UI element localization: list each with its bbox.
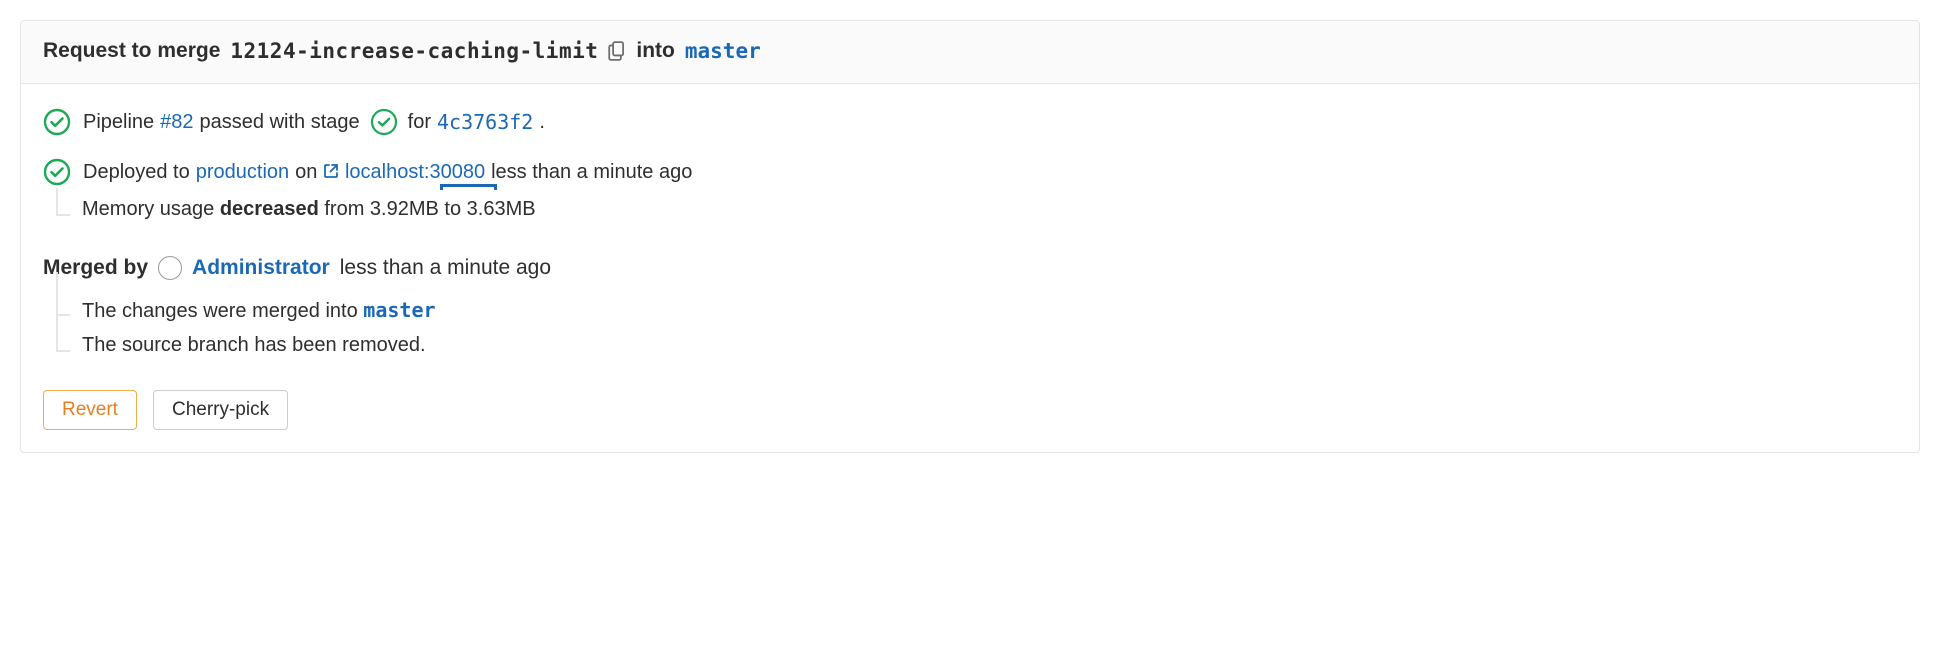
cherry-pick-button[interactable]: Cherry-pick — [153, 390, 288, 430]
memory-row: Memory usage decreased from 3.92MB to 3.… — [52, 198, 1897, 226]
pipeline-label: Pipeline — [83, 111, 154, 134]
memory-direction: decreased — [220, 198, 319, 220]
source-branch: 12124-increase-caching-limit — [230, 39, 598, 63]
source-removed-row: The source branch has been removed. — [52, 334, 1897, 362]
merge-request-widget: Request to merge 12124-increase-caching-… — [20, 20, 1920, 453]
target-branch[interactable]: master — [685, 39, 761, 63]
tree-connector-icon — [52, 198, 82, 226]
request-to-merge-label: Request to merge — [43, 39, 220, 63]
merged-by-user-link[interactable]: Administrator — [192, 256, 330, 280]
deploy-status-row: Deployed to production on localhost:3008… — [43, 158, 1897, 186]
tree-connector-icon — [52, 334, 82, 362]
pipeline-period: . — [539, 111, 545, 134]
merged-into-row: The changes were merged into master — [52, 298, 1897, 326]
pipeline-id-link[interactable]: #82 — [160, 111, 193, 134]
pipeline-text: Pipeline #82 passed with stage for 4c376… — [83, 108, 545, 136]
environment-link[interactable]: production — [196, 161, 289, 184]
deployed-to-label: Deployed to — [83, 161, 190, 184]
commit-link[interactable]: 4c3763f2 — [437, 110, 533, 134]
merge-request-body: Pipeline #82 passed with stage for 4c376… — [21, 84, 1919, 452]
status-success-icon — [43, 108, 71, 136]
merged-into-text: The changes were merged into master — [82, 298, 436, 326]
pipeline-passed-label: passed with stage — [200, 111, 360, 134]
deploy-on-label: on — [295, 161, 317, 184]
merged-by-row: Merged by Administrator less than a minu… — [43, 256, 1897, 280]
pipeline-for-label: for — [408, 111, 431, 134]
revert-button[interactable]: Revert — [43, 390, 137, 430]
deploy-text: Deployed to production on localhost:3008… — [83, 161, 692, 184]
status-success-icon — [43, 158, 71, 186]
merged-by-label: Merged by — [43, 256, 148, 280]
avatar[interactable] — [158, 256, 182, 280]
pipeline-status-row: Pipeline #82 passed with stage for 4c376… — [43, 108, 1897, 136]
deploy-host-link[interactable]: localhost:30080 — [345, 161, 485, 183]
copy-branch-icon[interactable] — [608, 41, 626, 61]
merge-request-header: Request to merge 12124-increase-caching-… — [21, 21, 1919, 84]
source-removed-text: The source branch has been removed. — [82, 334, 426, 362]
memory-text: Memory usage decreased from 3.92MB to 3.… — [82, 198, 536, 226]
action-buttons: Revert Cherry-pick — [43, 390, 1897, 430]
external-link-icon — [323, 162, 339, 178]
stage-success-icon[interactable] — [370, 108, 398, 136]
merged-into-branch[interactable]: master — [363, 298, 435, 322]
deploy-time: less than a minute ago — [491, 161, 692, 184]
memory-prefix: Memory usage — [82, 198, 214, 220]
merged-into-prefix: The changes were merged into — [82, 300, 358, 322]
into-label: into — [636, 39, 674, 63]
merged-time: less than a minute ago — [340, 256, 551, 280]
memory-values: from 3.92MB to 3.63MB — [324, 198, 535, 220]
